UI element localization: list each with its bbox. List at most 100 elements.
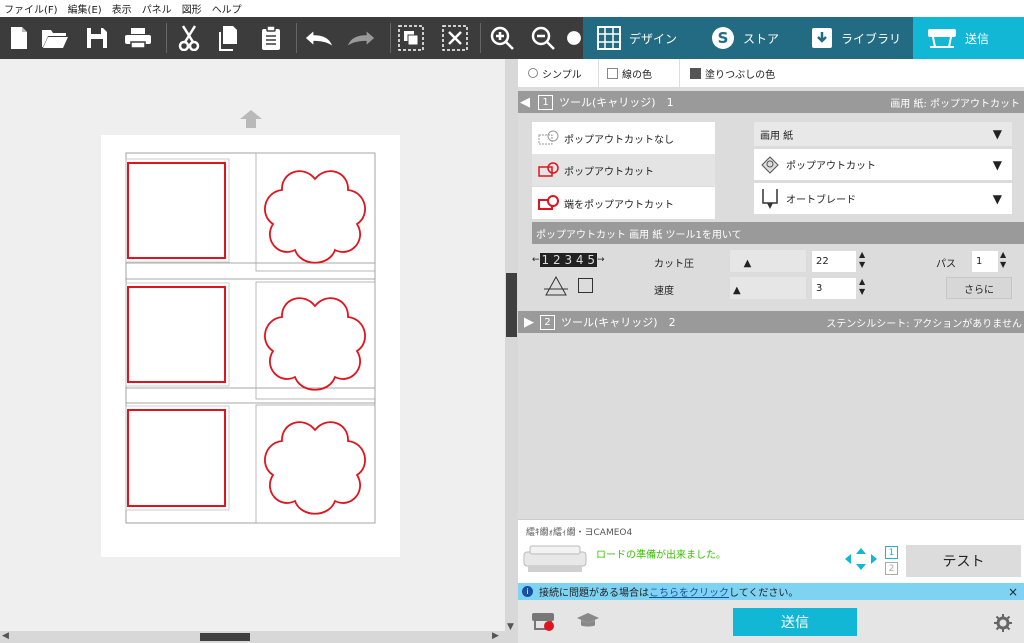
zoom-in-icon[interactable] [487, 23, 517, 53]
redo-icon[interactable] [346, 23, 376, 53]
grid-icon [597, 26, 621, 50]
cutter-machine-icon[interactable] [522, 542, 588, 581]
speed-label: 速度 [654, 286, 674, 297]
main-tabs: デザイン S ストア ライブラリ 送信 [583, 17, 1024, 59]
connection-info-bar: i 接続に問題がある場合は こちらをクリック してください。 × [518, 583, 1024, 600]
square-tool-icon [578, 278, 593, 293]
menu-edit[interactable]: 編集(E) [68, 1, 102, 16]
paste-icon[interactable] [256, 23, 286, 53]
no-popout-icon [538, 130, 559, 145]
slider-thumb[interactable]: ▲ [733, 286, 741, 296]
help-link[interactable]: こちらをクリック [649, 584, 729, 599]
scrollbar-thumb-horizontal[interactable] [200, 633, 250, 641]
menu-file[interactable]: ファイル(F) [4, 1, 58, 16]
pass-stepper-icon[interactable]: ▲ ▼ [1000, 250, 1006, 270]
chevron-down-icon: ▼ [992, 191, 1002, 206]
horizontal-scrollbar[interactable]: ◀ ▶ [0, 631, 505, 643]
option-popout[interactable]: ポップアウトカット [532, 154, 715, 186]
pan-icon[interactable] [565, 23, 583, 53]
vertical-scrollbar[interactable]: ▼ [505, 59, 518, 643]
new-doc-icon[interactable] [4, 23, 34, 53]
tool1-header[interactable]: ◀ 1 ツール(キャリッジ) 1 画用 紙: ポップアウトカット [518, 91, 1024, 113]
force-slider[interactable]: ▲ [730, 250, 806, 272]
menu-help[interactable]: ヘルプ [212, 1, 242, 16]
autoblade-icon [762, 188, 778, 209]
triangle-tool-icon [544, 275, 568, 300]
cut-icon[interactable] [174, 23, 204, 53]
graduation-cap-icon[interactable] [576, 612, 600, 633]
move-arrows-icon[interactable] [844, 547, 878, 574]
chevron-down-icon: ▼ [992, 127, 1002, 141]
menu-shape[interactable]: 図形 [182, 1, 202, 16]
tool-slot-1-icon[interactable]: 1 [885, 546, 898, 559]
cutter-send-icon [928, 29, 956, 48]
fill-color-icon [690, 67, 701, 79]
send-panel: シンプル 線の色 塗りつぶしの色 ◀ 1 ツール(キャリッジ) 1 画用 紙: … [518, 59, 1024, 643]
popout-icon [538, 162, 559, 177]
tab-simple[interactable]: シンプル [528, 66, 598, 81]
more-button[interactable]: さらに [946, 277, 1012, 299]
save-icon[interactable] [82, 23, 112, 53]
speed-input[interactable]: 3 [812, 278, 856, 299]
copy-icon[interactable] [215, 23, 245, 53]
tab-line-color[interactable]: 線の色 [598, 59, 680, 87]
test-button[interactable]: テスト [906, 545, 1021, 577]
print-icon[interactable] [123, 23, 153, 53]
cutting-mat-paper [101, 135, 400, 557]
feed-direction-arrow-icon [240, 110, 262, 131]
scroll-left-arrow-icon[interactable]: ◀ [2, 631, 9, 641]
cut-lines-artwork[interactable] [101, 135, 400, 557]
bottom-bar: 送信 [518, 600, 1024, 643]
scroll-down-arrow-icon[interactable]: ▼ [507, 622, 514, 632]
arrow-left-icon: ← [532, 255, 540, 265]
toolbar [0, 17, 583, 59]
menu-panel[interactable]: パネル [142, 1, 172, 16]
tab-send[interactable]: 送信 [913, 17, 1024, 59]
zoom-out-icon[interactable] [528, 23, 558, 53]
tab-design[interactable]: デザイン [583, 17, 697, 59]
cutter-queue-icon[interactable] [530, 610, 556, 635]
tab-fill-color[interactable]: 塗りつぶしの色 [690, 66, 775, 81]
settings-gear-icon[interactable] [994, 614, 1012, 635]
scroll-right-arrow-icon[interactable]: ▶ [492, 631, 499, 641]
send-button[interactable]: 送信 [733, 608, 857, 636]
chevron-down-icon: ▼ [992, 157, 1002, 172]
settings-section-header: ポップアウトカット 画用 紙 ツール1を用いて [532, 222, 1024, 244]
force-stepper-icon[interactable]: ▲ ▼ [859, 250, 865, 270]
option-no-popout[interactable]: ポップアウトカットなし [532, 122, 715, 154]
store-s-icon: S [712, 27, 734, 49]
tool-slot-2-icon[interactable]: 2 [885, 562, 898, 575]
close-icon[interactable]: × [1008, 585, 1018, 599]
open-folder-icon[interactable] [40, 23, 70, 53]
force-label: カット圧 [654, 259, 694, 270]
menu-view[interactable]: 表示 [112, 1, 132, 16]
tool2-status: ステンシルシート: アクションがありません [826, 318, 1022, 330]
expand-arrow-icon[interactable]: ▶ [524, 315, 534, 330]
tool1-material: 画用 紙: ポップアウトカット [890, 98, 1020, 110]
ungroup-icon[interactable] [440, 23, 470, 53]
speed-stepper-icon[interactable]: ▲ ▼ [859, 277, 865, 297]
action-dropdown[interactable]: ポップアウトカット ▼ [754, 149, 1012, 180]
tool2-label: ツール(キャリッジ) 2 [561, 316, 676, 329]
info-icon: i [522, 586, 533, 597]
pass-input[interactable]: 1 [972, 251, 998, 272]
blade-depth-selector[interactable]: ← 1 2 3 4 5 → [532, 249, 612, 271]
tab-library[interactable]: ライブラリ [797, 17, 913, 59]
scrollbar-thumb[interactable] [506, 273, 517, 337]
tab-store[interactable]: S ストア [697, 17, 797, 59]
undo-icon[interactable] [304, 23, 334, 53]
speed-slider[interactable]: ▲ [730, 277, 806, 299]
popout-action-icon [761, 155, 779, 174]
slider-thumb[interactable]: ▲ [744, 259, 752, 269]
option-edge-popout[interactable]: 端をポップアウトカット [532, 187, 715, 219]
material-dropdown[interactable]: 画用 紙 ▼ [754, 122, 1012, 146]
group-icon[interactable] [396, 23, 426, 53]
collapse-arrow-icon[interactable]: ◀ [520, 95, 530, 110]
tool2-header[interactable]: ▶ 2 ツール(キャリッジ) 2 ステンシルシート: アクションがありません [518, 311, 1024, 333]
design-canvas[interactable] [0, 59, 505, 631]
blade-dropdown[interactable]: オートブレード ▼ [754, 183, 1012, 214]
line-color-icon [607, 67, 618, 79]
device-name: 繧ｷ繝ｫ繧ｨ繝・ヨCAMEO4 [526, 528, 633, 538]
edge-popout-icon [538, 195, 559, 210]
force-input[interactable]: 22 [812, 251, 856, 272]
